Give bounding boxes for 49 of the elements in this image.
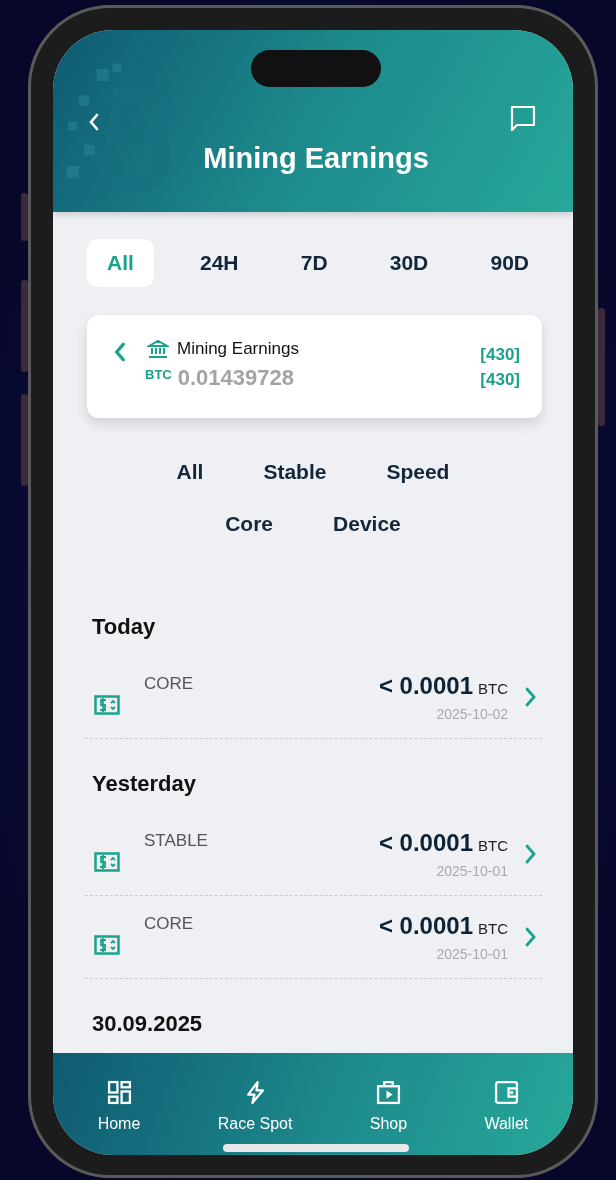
period-tab[interactable]: 24H [184, 239, 255, 287]
grid-icon [106, 1080, 132, 1105]
nav-item[interactable]: Shop [369, 1080, 408, 1138]
cash-icon [94, 935, 120, 955]
group-heading: Today [92, 614, 157, 640]
unit-label: BTC [478, 680, 508, 697]
earning-amount: < 0.0001 [378, 912, 473, 940]
chevron-left-icon[interactable] [113, 341, 127, 363]
category-label: STABLE [144, 831, 209, 851]
filter-chip[interactable]: All [176, 460, 204, 484]
bank-icon [147, 339, 169, 359]
category-label: CORE [144, 674, 195, 694]
earning-amount: < 0.0001 [378, 672, 473, 700]
earning-amount: < 0.0001 [378, 829, 473, 857]
earning-row[interactable]: STABLE < 0.0001 BTC 2025-10-01 [85, 813, 542, 896]
period-tab[interactable]: 90D [474, 239, 545, 287]
earning-date: 2025-10-01 [436, 863, 508, 879]
group-heading: 30.09.2025 [92, 1011, 204, 1037]
filter-chip[interactable]: Device [333, 512, 401, 536]
back-icon[interactable] [88, 112, 100, 132]
filter-chip[interactable]: Speed [386, 460, 450, 484]
unit-label: BTC [478, 920, 508, 937]
category-label: CORE [144, 914, 195, 934]
chevron-right-icon [524, 686, 536, 708]
earning-row[interactable]: CORE < 0.0001 BTC 2025-10-02 [85, 656, 542, 739]
filter-chip[interactable]: Core [225, 512, 274, 536]
earning-date: 2025-10-02 [436, 706, 508, 722]
message-icon[interactable] [509, 104, 537, 132]
chevron-right-icon [524, 843, 536, 865]
earning-date: 2025-10-01 [436, 946, 508, 962]
filter-chip[interactable]: Stable [263, 460, 327, 484]
earning-row[interactable]: CORE < 0.0001 BTC 2025-10-01 [85, 896, 542, 979]
group-heading: Yesterday [92, 771, 197, 797]
period-tab[interactable]: 7D [284, 239, 344, 287]
record-count: [430] [480, 370, 520, 390]
currency-label: BTC [145, 367, 172, 382]
page-title: Mining Earnings [202, 142, 430, 175]
summary-title: Mining Earnings [177, 339, 299, 359]
total-amount: 0.01439728 [177, 365, 294, 391]
nav-item[interactable]: Home [97, 1080, 141, 1138]
nav-item[interactable]: Race Spot [217, 1080, 293, 1138]
record-count: [430] [480, 345, 520, 365]
cash-icon [94, 695, 120, 715]
unit-label: BTC [478, 837, 508, 854]
wallet-icon [493, 1080, 519, 1105]
chevron-right-icon [524, 926, 536, 948]
period-tab[interactable]: 30D [373, 239, 445, 287]
cash-icon [94, 852, 120, 872]
shop-bag-icon [375, 1080, 401, 1105]
